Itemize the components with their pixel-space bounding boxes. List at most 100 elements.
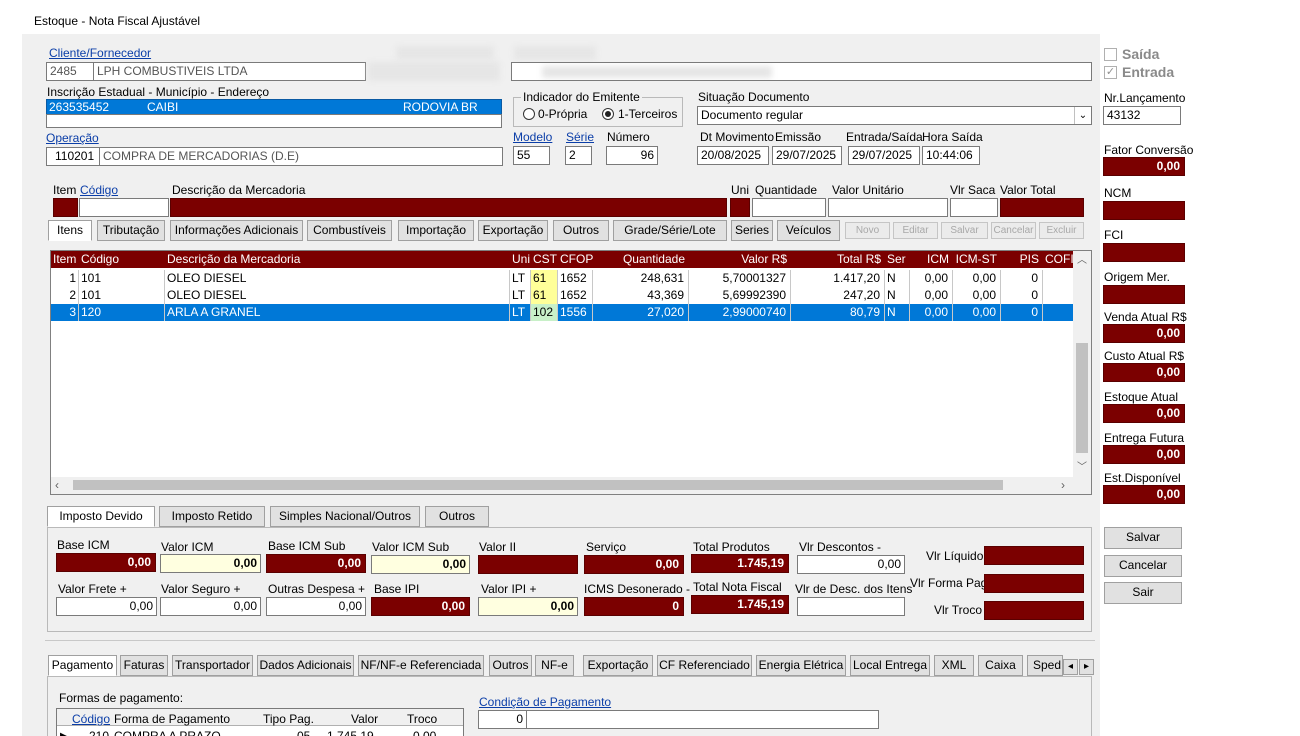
serie-field[interactable]: 2 [565, 146, 592, 165]
grid-horizontal-scrollbar[interactable]: ‹ › [51, 477, 1075, 494]
operacao-code-field[interactable]: 110201 [46, 147, 100, 166]
tab-cf-referenciado[interactable]: CF Referenciado [657, 655, 752, 676]
tab-outros-imposto[interactable]: Outros [425, 506, 489, 527]
scroll-down-icon[interactable]: ﹀ [1077, 458, 1087, 473]
operacao-desc-field[interactable]: COMPRA DE MERCADORIAS (D.E) [99, 147, 503, 166]
dtmov-field[interactable]: 20/08/2025 [697, 146, 769, 165]
tab-nf-referenciada[interactable]: NF/NF-e Referenciada [358, 655, 484, 676]
vlr-troco-field[interactable] [984, 601, 1084, 620]
base-icm-sub-field[interactable]: 0,00 [266, 554, 366, 573]
emissao-field[interactable]: 29/07/2025 [772, 146, 842, 165]
col-cofins[interactable]: COFINS [1043, 251, 1075, 268]
icms-desonerado-field[interactable]: 0 [584, 597, 684, 616]
uni-field[interactable] [730, 198, 750, 217]
descricao-field[interactable] [170, 198, 727, 217]
tab-xml[interactable]: XML [934, 655, 974, 676]
hscroll-thumb[interactable] [73, 480, 1003, 490]
redacted-address-field[interactable] [511, 62, 1092, 81]
chevron-down-icon[interactable]: ⌄ [1074, 107, 1091, 124]
editar-button[interactable]: Editar [893, 222, 938, 239]
tab-tributacao[interactable]: Tributação [97, 220, 165, 241]
tab-nfe[interactable]: NF-e [535, 655, 574, 676]
col-codigo-pag[interactable]: Código [72, 711, 110, 728]
tab-sped[interactable]: Sped [1027, 655, 1063, 676]
venda-field[interactable]: 0,00 [1103, 324, 1185, 343]
fci-field[interactable] [1103, 243, 1185, 262]
tab-faturas[interactable]: Faturas [120, 655, 168, 676]
items-grid[interactable]: Item Código Descrição da Mercadoria Uni … [50, 250, 1092, 495]
numero-field[interactable]: 96 [606, 146, 658, 165]
col-troco-pag[interactable]: Troco [407, 711, 437, 728]
sair-button[interactable]: Sair [1104, 582, 1182, 604]
modelo-label[interactable]: Modelo [513, 130, 552, 144]
col-pis[interactable]: PIS [1001, 251, 1043, 268]
col-tipo-pag[interactable]: Tipo Pag. [263, 711, 314, 728]
ie-row-selected[interactable]: 263535452 CAIBI RODOVIA BR 158 [46, 99, 502, 128]
col-quantidade[interactable]: Quantidade [593, 251, 689, 268]
saida-checkbox[interactable] [1104, 48, 1117, 61]
ncm-field[interactable] [1103, 201, 1185, 220]
tab-informacoes[interactable]: Informações Adicionais [170, 220, 303, 241]
fator-field[interactable]: 0,00 [1103, 157, 1185, 176]
tab-simples-nacional[interactable]: Simples Nacional/Outros [270, 506, 420, 527]
tab-dados-adicionais[interactable]: Dados Adicionais [257, 655, 354, 676]
situacao-select[interactable]: Documento regular ⌄ [697, 106, 1092, 125]
scroll-right-icon[interactable]: › [1061, 477, 1065, 493]
cliente-label[interactable]: Cliente/Fornecedor [49, 46, 151, 60]
item-field[interactable] [53, 198, 78, 217]
modelo-field[interactable]: 55 [513, 146, 550, 165]
entsaida-field[interactable]: 29/07/2025 [848, 146, 920, 165]
col-cst[interactable]: CST [531, 251, 558, 268]
estoque-field[interactable]: 0,00 [1103, 404, 1185, 423]
formas-grid[interactable]: Código Forma de Pagamento Tipo Pag. Valo… [56, 708, 464, 736]
servico-field[interactable]: 0,00 [584, 555, 684, 574]
scroll-up-icon[interactable]: ︿ [1077, 251, 1087, 266]
table-row[interactable]: 2 101 OLEO DIESEL LT 61 1652 43,369 5,69… [51, 287, 1075, 304]
excluir-button[interactable]: Excluir [1039, 222, 1084, 239]
tab-outros-bottom[interactable]: Outros [489, 655, 532, 676]
tab-local-entrega[interactable]: Local Entrega [850, 655, 930, 676]
vlr-desc-itens-field[interactable] [797, 597, 905, 616]
cliente-name-field[interactable]: LPH COMBUSTIVEIS LTDA [93, 62, 366, 81]
horasaida-field[interactable]: 10:44:06 [922, 146, 980, 165]
col-item[interactable]: Item [51, 251, 79, 268]
ie-list-blank[interactable] [46, 114, 502, 128]
total-produtos-field[interactable]: 1.745,19 [691, 554, 789, 573]
col-icm[interactable]: ICM [910, 251, 953, 268]
vlr-descontos-field[interactable]: 0,00 [797, 555, 905, 574]
cancelar-item-button[interactable]: Cancelar [991, 222, 1036, 239]
col-total[interactable]: Total R$ [791, 251, 885, 268]
radio-terceiros[interactable] [602, 108, 614, 120]
tab-importacao[interactable]: Importação [398, 220, 474, 241]
valor-total-field[interactable] [1000, 198, 1084, 217]
novo-button[interactable]: Novo [845, 222, 890, 239]
operacao-label[interactable]: Operação [46, 131, 99, 145]
tab-exportacao-bottom[interactable]: Exportação [583, 655, 653, 676]
nr-lancamento-field[interactable]: 43132 [1103, 106, 1181, 125]
tab-itens[interactable]: Itens [48, 220, 92, 241]
vlr-liquido-field[interactable] [984, 546, 1084, 565]
col-codigo[interactable]: Código [79, 251, 165, 268]
col-uni[interactable]: Uni [510, 251, 531, 268]
valor-unit-field[interactable] [828, 198, 948, 217]
table-row[interactable]: 1 101 OLEO DIESEL LT 61 1652 248,631 5,7… [51, 270, 1075, 287]
estdisp-field[interactable]: 0,00 [1103, 485, 1185, 504]
tab-combustiveis[interactable]: Combustíveis [307, 220, 392, 241]
tab-outros[interactable]: Outros [553, 220, 609, 241]
tab-veiculos[interactable]: Veículos [777, 220, 840, 241]
valor-frete-field[interactable]: 0,00 [56, 597, 157, 616]
tab-exportacao[interactable]: Exportação [478, 220, 548, 241]
entrega-field[interactable]: 0,00 [1103, 445, 1185, 464]
vlr-saca-field[interactable] [950, 198, 998, 217]
salvar-item-button[interactable]: Salvar [941, 222, 988, 239]
salvar-button[interactable]: Salvar [1104, 527, 1182, 549]
scroll-thumb[interactable] [1076, 343, 1088, 453]
origem-field[interactable] [1103, 285, 1185, 304]
serie-label[interactable]: Série [566, 130, 594, 144]
custo-field[interactable]: 0,00 [1103, 363, 1185, 382]
grid-vertical-scrollbar[interactable]: ︿ ﹀ [1073, 251, 1091, 494]
entrada-checkbox[interactable]: ✓ [1104, 66, 1117, 79]
radio-propria[interactable] [523, 108, 535, 120]
vlr-forma-field[interactable] [984, 574, 1084, 593]
cliente-code-field[interactable]: 2485 [46, 62, 94, 81]
